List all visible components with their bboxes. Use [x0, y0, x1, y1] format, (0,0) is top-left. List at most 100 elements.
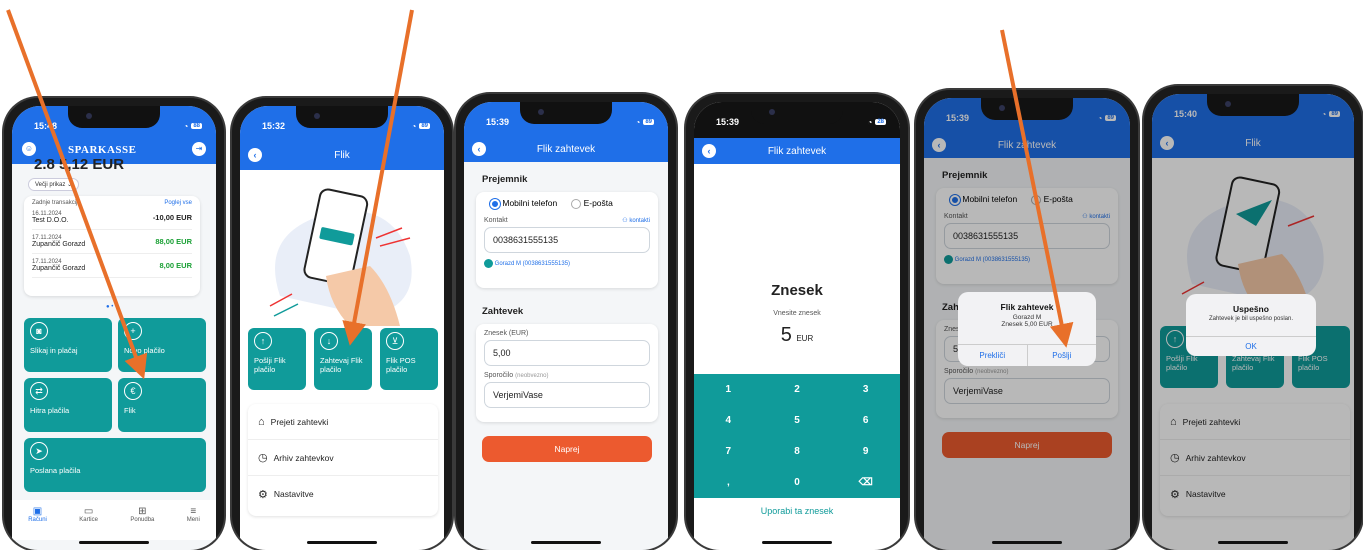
back-icon[interactable]: ‹	[702, 144, 716, 158]
battery-icon: 28	[875, 119, 886, 125]
screen-flik: 15:32 ◔ 89 ‹ Flik ↑ Pošlji Flik plačilo ↓ Zah…	[240, 106, 444, 550]
amount-input[interactable]: 5,00	[484, 340, 650, 366]
key-2[interactable]: 2	[763, 374, 832, 405]
use-amount-button[interactable]: Uporabi ta znesek	[694, 506, 900, 516]
key-8[interactable]: 8	[763, 436, 832, 467]
amount-display: 5 EUR	[780, 324, 814, 346]
dialog-amount: Znesek 5,00 EUR	[1001, 321, 1053, 328]
logout-icon[interactable]: ⇥	[192, 142, 206, 156]
phone-1: 15:48 ◔ 88 ☺ SPARKASSE ⇥ 2.8 5,12 EUR Večj…	[4, 98, 224, 550]
grid-icon: ⊞	[138, 506, 147, 517]
message-label: Sporočilo (neobvezno)	[484, 372, 549, 379]
recent-transactions-card: Zadnje transakcije Poglej vse 16.11.2024 T…	[24, 196, 200, 296]
clock: 15:39	[486, 117, 510, 127]
message-input[interactable]: VerjemiVase	[484, 382, 650, 408]
clock-icon: ◷	[258, 452, 268, 464]
contacts-link[interactable]: ⚇ kontakti	[622, 217, 650, 224]
notch	[296, 106, 388, 128]
transaction-list: 16.11.2024 Test D.O.O. -10,00 EUR 17.11.202…	[32, 206, 192, 278]
notch	[751, 102, 843, 124]
transaction-row[interactable]: 17.11.2024 Zupančič Gorazd 8,00 EUR	[32, 254, 192, 278]
phone-hand-illustration	[269, 188, 412, 326]
recent-title: Zadnje transakcije	[32, 200, 81, 206]
download-icon: ↓	[320, 332, 338, 350]
tile-flik[interactable]: € Flik	[118, 378, 206, 432]
tile-request-flik[interactable]: ↓Zahtevaj Flik plačilo	[314, 328, 372, 390]
contact-label: Kontakt	[484, 216, 508, 224]
menu-settings[interactable]: ⚙ Nastavitve	[248, 476, 438, 512]
transaction-row[interactable]: 17.11.2024 Zupančič Gorazd 88,00 EUR	[32, 230, 192, 254]
back-icon[interactable]: ‹	[248, 148, 262, 162]
key-9[interactable]: 9	[831, 436, 900, 467]
plus-icon: +	[124, 322, 142, 340]
key-6[interactable]: 6	[831, 405, 900, 436]
page-title: ‹ Flik	[240, 140, 444, 170]
nav-menu[interactable]: ≡ Meni	[187, 506, 200, 540]
repeat-icon: ⇄	[30, 382, 48, 400]
tile-scan-pay[interactable]: ◙ Slikaj in plačaj	[24, 318, 112, 372]
tile-send-flik[interactable]: ↑ Pošlji Flik plačilo	[248, 328, 306, 390]
wifi-icon: ◔	[411, 121, 417, 131]
view-toggle[interactable]: Večji prikaz ⌄	[28, 178, 80, 191]
key-5[interactable]: 5	[763, 405, 832, 436]
notch	[68, 106, 160, 128]
confirm-dialog: Flik zahtevek Gorazd M Znesek 5,00 EUR P…	[958, 292, 1096, 366]
key-1[interactable]: 1	[694, 374, 763, 405]
menu-request-archive[interactable]: ◷ Arhiv zahtevkov	[248, 440, 438, 476]
tx-name: Test D.O.O.	[32, 217, 69, 224]
clock: 15:48	[34, 121, 58, 131]
backspace-icon[interactable]: ⌫	[831, 467, 900, 498]
key-7[interactable]: 7	[694, 436, 763, 467]
request-card: Znesek (EUR) 5,00 Sporočilo (neobvezno) …	[476, 324, 658, 422]
tile-new-payment[interactable]: + Novo plačilo	[118, 318, 206, 372]
phone-3: 15:39 ◔ 89 ‹ Flik zahtevek Prejemnik Mobiln…	[456, 94, 676, 550]
cart-icon: ⊻	[386, 332, 404, 350]
battery-icon: 89	[643, 119, 654, 125]
contact-chip[interactable]: Gorazd M (0038631555135)	[484, 258, 650, 268]
send-icon: ➤	[30, 442, 48, 460]
tile-sent-payments[interactable]: ➤ Poslana plačila	[24, 438, 206, 492]
screen-success: 15:40◔89 ‹Flik ↑Pošlji Flik plačilo ↓Zah…	[1152, 94, 1354, 550]
next-button[interactable]: Naprej	[482, 436, 652, 462]
success-dialog: Uspešno Zahtevek je bil uspešno poslan. …	[1186, 294, 1316, 356]
send-button[interactable]: Pošlji	[1028, 345, 1097, 366]
tile-flik-pos[interactable]: ⊻Flik POS plačilo	[380, 328, 438, 390]
see-all-link[interactable]: Poglej vse	[164, 200, 192, 206]
battery-icon: 89	[419, 123, 430, 129]
key-4[interactable]: 4	[694, 405, 763, 436]
dialog-title: Flik zahtevek	[1000, 302, 1054, 312]
phone-2: 15:32 ◔ 89 ‹ Flik ↑ Pošlji Flik plačilo ↓ Zah…	[232, 98, 452, 550]
amount-label: Znesek (EUR)	[484, 330, 529, 337]
tile-quick-payments[interactable]: ⇄ Hitra plačila	[24, 378, 112, 432]
phone-input[interactable]: 0038631555135	[484, 226, 650, 253]
key-0[interactable]: 0	[763, 467, 832, 498]
page-dots: ● • •	[106, 304, 118, 310]
menu-received-requests[interactable]: ⌂ Prejeti zahtevki	[248, 404, 438, 440]
cancel-button[interactable]: Prekliči	[958, 345, 1028, 366]
ok-button[interactable]: OK	[1186, 336, 1316, 356]
request-heading: Zahtevek	[482, 306, 524, 317]
nav-offers[interactable]: ⊞ Ponudba	[130, 506, 154, 540]
wifi-icon: ◔	[635, 117, 641, 127]
key-comma[interactable]: ,	[694, 467, 763, 498]
tx-name: Zupančič Gorazd	[32, 241, 86, 248]
phone-4: 15:39 ◔ 28 ‹ Flik zahtevek Znesek Vnesite z…	[686, 94, 908, 550]
back-icon[interactable]: ‹	[472, 142, 486, 156]
nav-cards[interactable]: ▭ Kartice	[79, 506, 98, 540]
phone-5: 15:39 ◔ 89 ‹ Flik zahtevek Prejemnik Mobiln…	[916, 90, 1138, 550]
recipient-card: Mobilni telefon E-pošta Kontakt ⚇ kontakt…	[476, 192, 658, 288]
wallet-icon: ▣	[32, 506, 43, 517]
flik-menu: ⌂ Prejeti zahtevki ◷ Arhiv zahtevkov ⚙ Nast…	[248, 404, 438, 516]
transaction-row[interactable]: 16.11.2024 Test D.O.O. -10,00 EUR	[32, 206, 192, 230]
menu-icon: ≡	[190, 506, 197, 517]
profile-icon[interactable]: ☺	[22, 142, 36, 156]
wifi-icon: ◔	[867, 117, 873, 127]
key-3[interactable]: 3	[831, 374, 900, 405]
tx-amount: -10,00 EUR	[152, 213, 192, 222]
radio-email[interactable]: E-pošta	[571, 198, 613, 209]
inbox-icon: ⌂	[258, 415, 265, 428]
balance: 2.8 5,12 EUR	[34, 156, 125, 173]
nav-accounts[interactable]: ▣ Računi	[28, 506, 47, 540]
radio-phone[interactable]: Mobilni telefon	[490, 198, 557, 209]
gear-icon: ⚙	[258, 488, 268, 501]
